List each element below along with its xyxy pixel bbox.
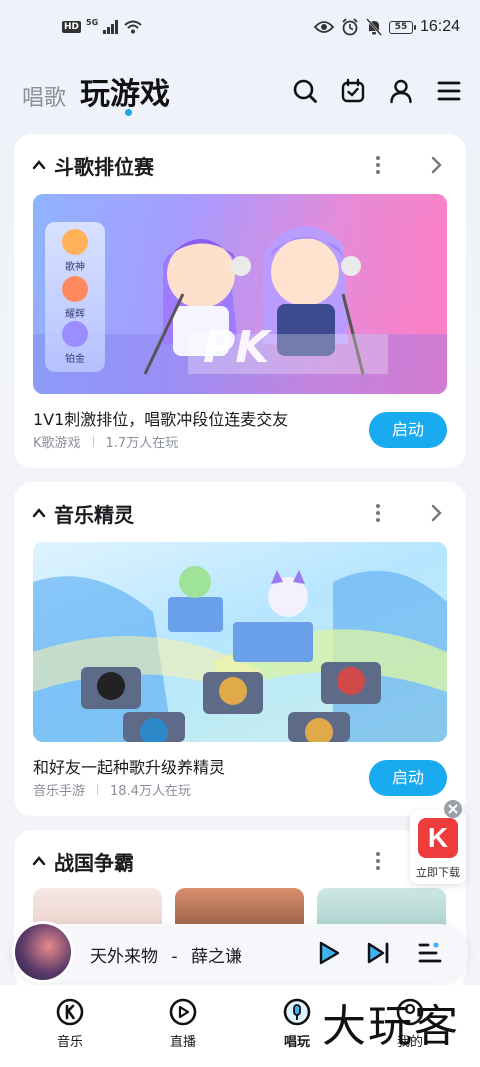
card-meta: K歌游戏 1.7万人在玩 xyxy=(33,432,178,451)
nav-label: 直播 xyxy=(169,1035,196,1050)
card-description: 和好友一起种歌升级养精灵 xyxy=(33,758,226,777)
mute-bell-icon xyxy=(366,18,382,36)
badge-label: 歌神 xyxy=(65,262,85,273)
card-meta: 音乐手游 18.4万人在玩 xyxy=(33,780,191,799)
alarm-icon xyxy=(342,18,358,36)
game-category: 音乐手游 xyxy=(33,784,86,799)
badge-label: 耀辉 xyxy=(65,309,85,320)
active-tab-indicator xyxy=(125,109,132,116)
live-play-icon xyxy=(169,998,197,1026)
top-tabs: 唱歌 玩游戏 xyxy=(0,66,480,122)
player-count: 1.7万人在玩 xyxy=(105,436,179,451)
game-banner-music-sprite[interactable] xyxy=(33,542,447,742)
game-banner-ranked[interactable]: 歌神 耀辉 铂金 PK xyxy=(33,194,447,394)
card-header: 斗歌排位赛 xyxy=(32,152,444,179)
song-title: 天外来物 xyxy=(90,947,158,967)
download-app-widget[interactable]: K 立即下载 xyxy=(410,800,466,884)
eye-icon xyxy=(313,21,334,33)
chevron-up-icon[interactable] xyxy=(32,506,46,520)
network-type: 5G xyxy=(86,17,99,27)
tab-sing[interactable]: 唱歌 xyxy=(22,80,66,112)
more-options-icon[interactable] xyxy=(370,154,386,176)
tab-play-games[interactable]: 玩游戏 xyxy=(80,69,170,113)
chevron-up-icon[interactable] xyxy=(32,158,46,172)
card-description: 1V1刺激排位，唱歌冲段位连麦交友 xyxy=(33,410,289,429)
game-card-music-sprite: 音乐精灵 和好友一起种歌升级养精灵 音乐手游 18.4万人在玩 启动 xyxy=(14,482,466,816)
wifi-icon xyxy=(124,20,142,34)
card-header: 战国争霸 xyxy=(32,848,444,875)
nav-label: 音乐 xyxy=(56,1035,83,1050)
status-right: 55 16:24 xyxy=(313,18,460,36)
game-category: K歌游戏 xyxy=(33,436,81,451)
app-logo: K xyxy=(418,818,458,858)
artist-name: 薛之谦 xyxy=(190,947,242,967)
chevron-right-icon[interactable] xyxy=(428,502,444,524)
now-playing: 天外来物 - 薛之谦 xyxy=(90,942,242,967)
k-music-icon xyxy=(56,998,84,1026)
meta-divider xyxy=(97,784,99,795)
launch-button[interactable]: 启动 xyxy=(369,760,447,796)
clock: 16:24 xyxy=(419,18,460,35)
menu-icon[interactable] xyxy=(436,78,462,104)
badge-label: 铂金 xyxy=(65,354,85,365)
more-options-icon[interactable] xyxy=(370,850,386,872)
launch-button[interactable]: 启动 xyxy=(369,412,447,448)
pk-text: PK xyxy=(203,322,270,373)
download-label: 立即下载 xyxy=(416,866,460,879)
card-title: 音乐精灵 xyxy=(54,502,134,527)
album-cover[interactable] xyxy=(12,921,74,983)
play-icon[interactable] xyxy=(314,939,342,967)
calendar-check-icon[interactable] xyxy=(340,78,366,104)
banner-art xyxy=(33,566,447,742)
status-bar: HD 5G 55 16:24 xyxy=(0,0,480,58)
game-card-ranked: 斗歌排位赛 歌神 耀辉 铂金 PK 1V1刺激排位，唱歌冲段位连麦交友 K歌游戏… xyxy=(14,134,466,468)
header-actions xyxy=(292,78,462,104)
app-logo-letter: K xyxy=(427,822,449,853)
player-count: 18.4万人在玩 xyxy=(110,784,191,799)
chevron-right-icon[interactable] xyxy=(428,154,444,176)
battery-indicator: 55 xyxy=(388,20,416,34)
status-left: HD 5G xyxy=(62,17,142,34)
nav-item-live[interactable]: 直播 xyxy=(143,997,223,1050)
card-title: 斗歌排位赛 xyxy=(54,154,154,179)
mic-icon xyxy=(283,998,311,1026)
card-header: 音乐精灵 xyxy=(32,500,444,527)
hd-badge: HD xyxy=(62,21,82,33)
watermark: 大玩客 xyxy=(322,1001,460,1052)
chevron-up-icon[interactable] xyxy=(32,854,46,868)
user-icon[interactable] xyxy=(388,78,414,104)
meta-divider xyxy=(92,436,94,447)
nav-item-music[interactable]: 音乐 xyxy=(30,997,110,1050)
search-icon[interactable] xyxy=(292,78,318,104)
mini-player[interactable]: 天外来物 - 薛之谦 xyxy=(12,921,468,983)
title-separator: - xyxy=(171,947,178,967)
close-icon[interactable] xyxy=(444,800,462,818)
signal-icon xyxy=(103,20,119,34)
next-track-icon[interactable] xyxy=(364,939,392,967)
more-options-icon[interactable] xyxy=(370,502,386,524)
card-title: 战国争霸 xyxy=(54,850,134,875)
playlist-icon[interactable] xyxy=(416,939,444,967)
